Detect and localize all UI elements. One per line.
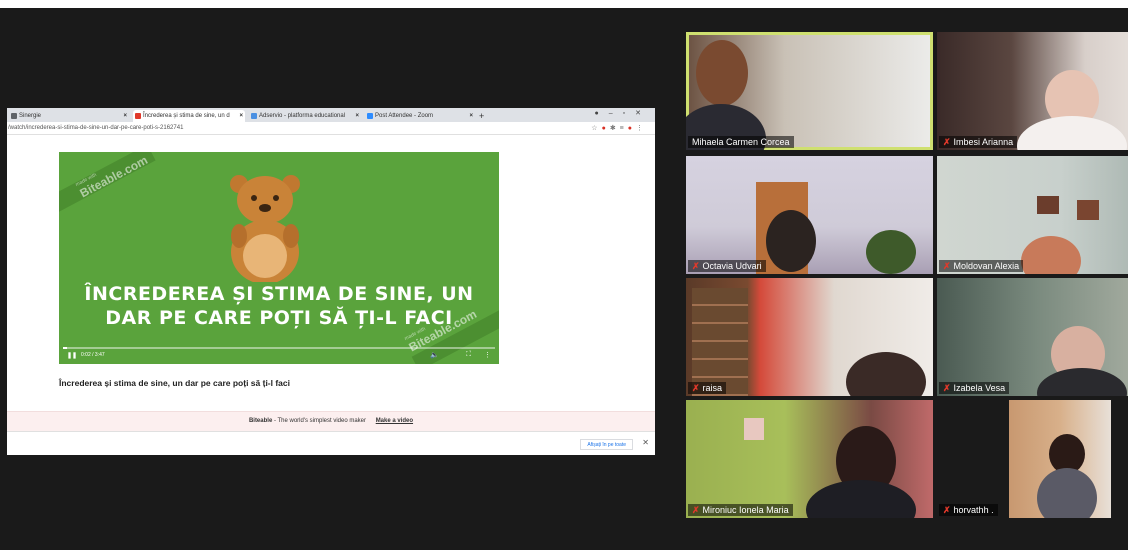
tab-label: Adservio - platforma educational bbox=[259, 113, 346, 119]
participant-name-text: Moldovan Alexia bbox=[953, 261, 1020, 271]
favicon-icon bbox=[135, 113, 141, 119]
tab-increderea[interactable]: Încrederea și stima de sine, un d × bbox=[133, 110, 245, 122]
participant-tile[interactable]: ✗ Imbesi Arianna bbox=[937, 32, 1128, 150]
close-tab-icon[interactable]: × bbox=[355, 110, 359, 122]
pause-icon[interactable]: ❚❚ bbox=[67, 352, 77, 359]
participant-video bbox=[1009, 400, 1111, 518]
new-tab-button[interactable]: + bbox=[477, 110, 489, 122]
video-controls: ❚❚ 0:02 / 3:47 🔈 ⛶ ⋮ bbox=[59, 344, 499, 364]
progress-fill bbox=[63, 347, 68, 349]
participant-name-text: Izabela Vesa bbox=[953, 383, 1006, 393]
participant-tile[interactable]: ✗ Octavia Udvari bbox=[686, 156, 933, 274]
participant-tile[interactable]: ✗ Izabela Vesa bbox=[937, 278, 1128, 396]
bookshelf bbox=[692, 288, 748, 396]
wall-picture bbox=[1037, 196, 1059, 214]
video-title-line: DAR PE CARE POȚI SĂ ȚI-L FACI bbox=[105, 307, 453, 329]
participant-name: ✗ Octavia Udvari bbox=[688, 260, 766, 272]
tab-label: Sinergie bbox=[19, 113, 42, 119]
person-silhouette bbox=[696, 40, 748, 106]
muted-mic-icon: ✗ bbox=[943, 137, 951, 147]
wall-picture bbox=[744, 418, 764, 440]
address-bar[interactable]: /watch/increderea-si-stima-de-sine-un-da… bbox=[7, 122, 655, 135]
muted-mic-icon: ✗ bbox=[943, 383, 951, 393]
participant-name-text: horvathh . bbox=[953, 505, 994, 515]
zoom-gallery-view: Sinergie × Încrederea și stima de sine, … bbox=[0, 8, 1128, 550]
participant-name: ✗ Mironiuc Ionela Maria bbox=[688, 504, 793, 516]
fullscreen-icon[interactable]: ⛶ bbox=[466, 351, 471, 359]
favicon-icon bbox=[251, 113, 257, 119]
video-player[interactable]: made with Biteable.com made with Biteabl… bbox=[59, 152, 499, 364]
participant-name-text: Mihaela Carmen Corcea bbox=[692, 137, 790, 147]
participant-tile[interactable]: ✗ raisa bbox=[686, 278, 933, 396]
favicon-icon bbox=[11, 113, 17, 119]
video-progress-bar[interactable] bbox=[63, 347, 495, 349]
tab-adservio[interactable]: Adservio - platforma educational × bbox=[249, 110, 361, 122]
person-silhouette bbox=[846, 352, 926, 396]
footer-text: - The world's simplest video maker bbox=[272, 418, 367, 424]
make-video-link[interactable]: Make a video bbox=[376, 418, 413, 424]
participant-tile[interactable]: ✗ Mironiuc Ionela Maria bbox=[686, 400, 933, 518]
favicon-icon bbox=[367, 113, 373, 119]
participant-name: ✗ horvathh . bbox=[939, 504, 998, 516]
close-tab-icon[interactable]: × bbox=[239, 110, 243, 122]
person-silhouette bbox=[766, 210, 816, 272]
window-controls[interactable]: ●–▫✕ bbox=[595, 109, 651, 117]
muted-mic-icon: ✗ bbox=[692, 261, 700, 271]
bear-illustration bbox=[230, 175, 300, 282]
participant-tile[interactable]: ✗ Moldovan Alexia bbox=[937, 156, 1128, 274]
tab-label: Post Attendee - Zoom bbox=[375, 113, 434, 119]
participant-name: ✗ Imbesi Arianna bbox=[939, 136, 1018, 148]
shared-screen-browser: Sinergie × Încrederea și stima de sine, … bbox=[7, 108, 655, 455]
notification-bar: Afișați în pe toate ✕ bbox=[7, 431, 655, 455]
participant-name-text: Octavia Udvari bbox=[702, 261, 762, 271]
muted-mic-icon: ✗ bbox=[692, 505, 700, 515]
participant-name-text: raisa bbox=[702, 383, 723, 393]
muted-mic-icon: ✗ bbox=[943, 505, 951, 515]
person-silhouette bbox=[1037, 468, 1097, 518]
person-silhouette bbox=[1021, 236, 1081, 274]
participant-name-text: Mironiuc Ionela Maria bbox=[702, 505, 789, 515]
close-tab-icon[interactable]: × bbox=[123, 110, 127, 122]
browser-tab-bar: Sinergie × Încrederea și stima de sine, … bbox=[7, 108, 655, 122]
tab-sinergie[interactable]: Sinergie × bbox=[9, 110, 129, 122]
tab-label: Încrederea și stima de sine, un d bbox=[143, 113, 230, 119]
participant-name-text: Imbesi Arianna bbox=[953, 137, 1014, 147]
tab-zoom-attendee[interactable]: Post Attendee - Zoom × bbox=[365, 110, 475, 122]
person-silhouette bbox=[1037, 368, 1127, 396]
video-title-line: ÎNCREDEREA ȘI STIMA DE SINE, UN bbox=[84, 283, 474, 305]
participant-tile[interactable]: Mihaela Carmen Corcea bbox=[686, 32, 933, 150]
video-time: 0:02 / 3:47 bbox=[81, 352, 105, 358]
biteable-footer: Biteable - The world's simplest video ma… bbox=[7, 411, 655, 431]
person-silhouette bbox=[806, 480, 916, 518]
show-all-button[interactable]: Afișați în pe toate bbox=[580, 439, 633, 450]
video-caption: Încrederea și stima de sine, un dar pe c… bbox=[59, 378, 291, 388]
more-icon[interactable]: ⋮ bbox=[484, 351, 491, 359]
url-text: /watch/increderea-si-stima-de-sine-un-da… bbox=[8, 125, 184, 131]
participant-tile[interactable]: ✗ horvathh . bbox=[937, 400, 1128, 518]
volume-icon[interactable]: 🔈 bbox=[430, 351, 439, 359]
plant bbox=[866, 230, 916, 274]
watermark-top: made with Biteable.com bbox=[75, 152, 150, 200]
extension-icons[interactable]: ☆●✱≡●⋮ bbox=[591, 123, 647, 135]
close-tab-icon[interactable]: × bbox=[469, 110, 473, 122]
muted-mic-icon: ✗ bbox=[692, 383, 700, 393]
person-silhouette bbox=[1017, 116, 1127, 150]
video-title-overlay: ÎNCREDEREA ȘI STIMA DE SINE, UN DAR PE C… bbox=[59, 282, 499, 330]
participant-name: Mihaela Carmen Corcea bbox=[688, 136, 794, 148]
close-icon[interactable]: ✕ bbox=[642, 438, 649, 447]
wall-picture bbox=[1077, 200, 1099, 220]
participant-name: ✗ Moldovan Alexia bbox=[939, 260, 1024, 272]
participant-name: ✗ Izabela Vesa bbox=[939, 382, 1010, 394]
top-strip bbox=[0, 0, 1128, 8]
muted-mic-icon: ✗ bbox=[943, 261, 951, 271]
participant-name: ✗ raisa bbox=[688, 382, 727, 394]
footer-brand: Biteable bbox=[248, 418, 273, 424]
